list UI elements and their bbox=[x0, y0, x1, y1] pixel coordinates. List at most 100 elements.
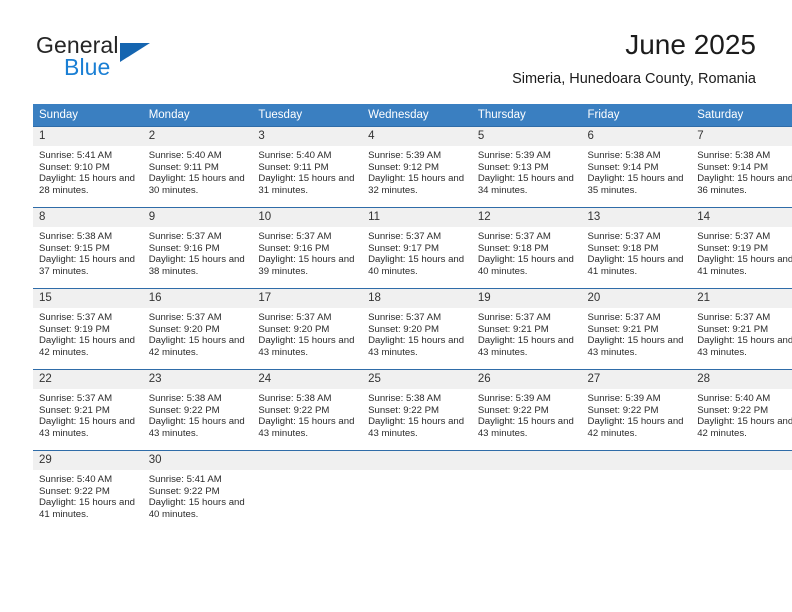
day-cell-inner: 15 Sunrise: 5:37 AM Sunset: 9:19 PM Dayligh… bbox=[33, 289, 143, 369]
day-cell-inner bbox=[471, 451, 582, 531]
sunrise-text: Sunrise: 5:37 AM bbox=[148, 231, 222, 242]
calendar-day-cell-empty bbox=[691, 450, 792, 531]
sunrise-text: Sunrise: 5:37 AM bbox=[477, 231, 551, 242]
weekday-header-monday: Monday bbox=[142, 104, 253, 127]
calendar-day-cell[interactable]: 4 Sunrise: 5:39 AM Sunset: 9:12 PM Daylight… bbox=[362, 126, 472, 208]
calendar-day-cell[interactable]: 10 Sunrise: 5:37 AM Sunset: 9:16 PM Dayligh… bbox=[252, 207, 363, 289]
day-details: Sunrise: 5:37 AM Sunset: 9:19 PM Daylight:… bbox=[691, 227, 792, 277]
day-details: Sunrise: 5:37 AM Sunset: 9:18 PM Daylight:… bbox=[582, 227, 692, 277]
day-number: 14 bbox=[691, 208, 792, 227]
calendar-day-cell[interactable]: 13 Sunrise: 5:37 AM Sunset: 9:18 PM Dayligh… bbox=[581, 207, 692, 289]
daylight-text: Daylight: 15 hours and 41 minutes. bbox=[697, 254, 792, 277]
calendar-day-cell[interactable]: 9 Sunrise: 5:37 AM Sunset: 9:16 PM Daylight… bbox=[142, 207, 253, 289]
sunset-text: Sunset: 9:22 PM bbox=[148, 485, 220, 497]
daylight-text: Daylight: 15 hours and 30 minutes. bbox=[148, 173, 245, 196]
sunset-text: Sunset: 9:22 PM bbox=[697, 404, 769, 416]
sunrise-text: Sunrise: 5:37 AM bbox=[39, 312, 113, 323]
daylight-text: Daylight: 15 hours and 43 minutes. bbox=[258, 335, 355, 358]
day-number: 27 bbox=[581, 370, 692, 389]
daylight-text: Daylight: 15 hours and 41 minutes. bbox=[587, 254, 684, 277]
day-cell-inner bbox=[691, 451, 792, 531]
calendar-day-cell[interactable]: 15 Sunrise: 5:37 AM Sunset: 9:19 PM Dayligh… bbox=[33, 288, 143, 370]
calendar-day-cell[interactable]: 18 Sunrise: 5:37 AM Sunset: 9:20 PM Dayligh… bbox=[362, 288, 472, 370]
calendar-day-cell[interactable]: 22 Sunrise: 5:37 AM Sunset: 9:21 PM Dayligh… bbox=[33, 369, 143, 451]
sunset-text: Sunset: 9:20 PM bbox=[148, 323, 220, 335]
calendar-day-cell[interactable]: 19 Sunrise: 5:37 AM Sunset: 9:21 PM Dayligh… bbox=[471, 288, 582, 370]
calendar-day-cell[interactable]: 6 Sunrise: 5:38 AM Sunset: 9:14 PM Daylight… bbox=[581, 126, 692, 208]
sunrise-text: Sunrise: 5:39 AM bbox=[477, 150, 551, 161]
sunrise-text: Sunrise: 5:38 AM bbox=[258, 393, 332, 404]
calendar-day-cell[interactable]: 11 Sunrise: 5:37 AM Sunset: 9:17 PM Dayligh… bbox=[362, 207, 472, 289]
day-number: 30 bbox=[142, 451, 253, 470]
daylight-text: Daylight: 15 hours and 43 minutes. bbox=[258, 416, 355, 439]
day-number: 18 bbox=[362, 289, 472, 308]
day-cell-inner: 1 Sunrise: 5:41 AM Sunset: 9:10 PM Daylight… bbox=[33, 127, 143, 207]
sunset-text: Sunset: 9:22 PM bbox=[39, 485, 110, 497]
calendar-week-row: 1 Sunrise: 5:41 AM Sunset: 9:10 PM Daylight… bbox=[33, 126, 792, 208]
day-details: Sunrise: 5:38 AM Sunset: 9:22 PM Daylight:… bbox=[252, 389, 362, 439]
calendar-day-cell-empty bbox=[471, 450, 582, 531]
calendar-day-cell[interactable]: 5 Sunrise: 5:39 AM Sunset: 9:13 PM Daylight… bbox=[471, 126, 582, 208]
day-cell-inner: 14 Sunrise: 5:37 AM Sunset: 9:19 PM Dayligh… bbox=[691, 208, 792, 288]
calendar-day-cell-empty bbox=[252, 450, 363, 531]
calendar-day-cell[interactable]: 16 Sunrise: 5:37 AM Sunset: 9:20 PM Dayligh… bbox=[142, 288, 253, 370]
day-number: 3 bbox=[252, 127, 363, 146]
daylight-text: Daylight: 15 hours and 36 minutes. bbox=[697, 173, 792, 196]
calendar-day-cell[interactable]: 7 Sunrise: 5:38 AM Sunset: 9:14 PM Daylight… bbox=[691, 126, 792, 208]
sunset-text: Sunset: 9:18 PM bbox=[587, 242, 659, 254]
day-number: 26 bbox=[471, 370, 582, 389]
day-number: 29 bbox=[33, 451, 143, 470]
calendar-day-cell[interactable]: 26 Sunrise: 5:39 AM Sunset: 9:22 PM Dayligh… bbox=[471, 369, 582, 451]
calendar-day-cell[interactable]: 20 Sunrise: 5:37 AM Sunset: 9:21 PM Dayligh… bbox=[581, 288, 692, 370]
calendar-day-cell[interactable]: 12 Sunrise: 5:37 AM Sunset: 9:18 PM Dayligh… bbox=[471, 207, 582, 289]
calendar-week-row: 29 Sunrise: 5:40 AM Sunset: 9:22 PM Dayligh… bbox=[33, 450, 792, 531]
day-cell-inner bbox=[362, 451, 472, 531]
day-number bbox=[252, 451, 363, 470]
day-cell-inner: 5 Sunrise: 5:39 AM Sunset: 9:13 PM Daylight… bbox=[471, 127, 582, 207]
day-number: 25 bbox=[362, 370, 472, 389]
daylight-text: Daylight: 15 hours and 42 minutes. bbox=[39, 335, 135, 358]
calendar-day-cell[interactable]: 30 Sunrise: 5:41 AM Sunset: 9:22 PM Dayligh… bbox=[142, 450, 253, 531]
calendar-day-cell[interactable]: 14 Sunrise: 5:37 AM Sunset: 9:19 PM Dayligh… bbox=[691, 207, 792, 289]
daylight-text: Daylight: 15 hours and 42 minutes. bbox=[148, 335, 245, 358]
day-number: 8 bbox=[33, 208, 143, 227]
day-details: Sunrise: 5:39 AM Sunset: 9:22 PM Daylight:… bbox=[582, 389, 692, 439]
daylight-text: Daylight: 15 hours and 38 minutes. bbox=[148, 254, 245, 277]
calendar-day-cell[interactable]: 23 Sunrise: 5:38 AM Sunset: 9:22 PM Dayligh… bbox=[142, 369, 253, 451]
calendar-day-cell[interactable]: 24 Sunrise: 5:38 AM Sunset: 9:22 PM Dayligh… bbox=[252, 369, 363, 451]
day-number: 21 bbox=[691, 289, 792, 308]
sunset-text: Sunset: 9:13 PM bbox=[477, 161, 549, 173]
calendar-day-cell[interactable]: 1 Sunrise: 5:41 AM Sunset: 9:10 PM Daylight… bbox=[33, 126, 143, 208]
day-cell-inner: 22 Sunrise: 5:37 AM Sunset: 9:21 PM Dayligh… bbox=[33, 370, 143, 450]
calendar-grid: Sunday Monday Tuesday Wednesday Thursday… bbox=[33, 104, 792, 531]
calendar-day-cell[interactable]: 28 Sunrise: 5:40 AM Sunset: 9:22 PM Dayligh… bbox=[691, 369, 792, 451]
calendar-day-cell[interactable]: 29 Sunrise: 5:40 AM Sunset: 9:22 PM Dayligh… bbox=[33, 450, 143, 531]
brand-logo[interactable]: General Blue bbox=[36, 32, 256, 84]
calendar-week-row: 15 Sunrise: 5:37 AM Sunset: 9:19 PM Dayligh… bbox=[33, 288, 792, 370]
calendar-day-cell[interactable]: 21 Sunrise: 5:37 AM Sunset: 9:21 PM Dayligh… bbox=[691, 288, 792, 370]
page-title: June 2025 bbox=[625, 29, 756, 60]
day-cell-inner: 25 Sunrise: 5:38 AM Sunset: 9:22 PM Dayligh… bbox=[362, 370, 472, 450]
day-cell-inner: 27 Sunrise: 5:39 AM Sunset: 9:22 PM Dayligh… bbox=[581, 370, 692, 450]
calendar-day-cell[interactable]: 8 Sunrise: 5:38 AM Sunset: 9:15 PM Daylight… bbox=[33, 207, 143, 289]
day-cell-inner: 12 Sunrise: 5:37 AM Sunset: 9:18 PM Dayligh… bbox=[471, 208, 582, 288]
calendar-day-cell[interactable]: 17 Sunrise: 5:37 AM Sunset: 9:20 PM Dayligh… bbox=[252, 288, 363, 370]
day-details: Sunrise: 5:38 AM Sunset: 9:22 PM Daylight:… bbox=[143, 389, 253, 439]
sunrise-text: Sunrise: 5:38 AM bbox=[148, 393, 222, 404]
calendar-day-cell[interactable]: 3 Sunrise: 5:40 AM Sunset: 9:11 PM Daylight… bbox=[252, 126, 363, 208]
calendar-day-cell[interactable]: 2 Sunrise: 5:40 AM Sunset: 9:11 PM Daylight… bbox=[142, 126, 253, 208]
calendar-day-cell[interactable]: 25 Sunrise: 5:38 AM Sunset: 9:22 PM Dayligh… bbox=[362, 369, 472, 451]
sunset-text: Sunset: 9:20 PM bbox=[368, 323, 440, 335]
daylight-text: Daylight: 15 hours and 37 minutes. bbox=[39, 254, 135, 277]
day-number: 12 bbox=[471, 208, 582, 227]
day-cell-inner: 16 Sunrise: 5:37 AM Sunset: 9:20 PM Dayligh… bbox=[142, 289, 253, 369]
day-cell-inner: 24 Sunrise: 5:38 AM Sunset: 9:22 PM Dayligh… bbox=[252, 370, 363, 450]
calendar-day-cell[interactable]: 27 Sunrise: 5:39 AM Sunset: 9:22 PM Dayligh… bbox=[581, 369, 692, 451]
day-details: Sunrise: 5:38 AM Sunset: 9:22 PM Daylight:… bbox=[362, 389, 472, 439]
day-details: Sunrise: 5:37 AM Sunset: 9:21 PM Daylight:… bbox=[691, 308, 792, 358]
day-cell-inner bbox=[581, 451, 692, 531]
sunrise-text: Sunrise: 5:38 AM bbox=[587, 150, 661, 161]
day-cell-inner: 30 Sunrise: 5:41 AM Sunset: 9:22 PM Dayligh… bbox=[142, 451, 253, 531]
day-details: Sunrise: 5:37 AM Sunset: 9:21 PM Daylight:… bbox=[472, 308, 582, 358]
day-details: Sunrise: 5:37 AM Sunset: 9:17 PM Daylight:… bbox=[362, 227, 472, 277]
